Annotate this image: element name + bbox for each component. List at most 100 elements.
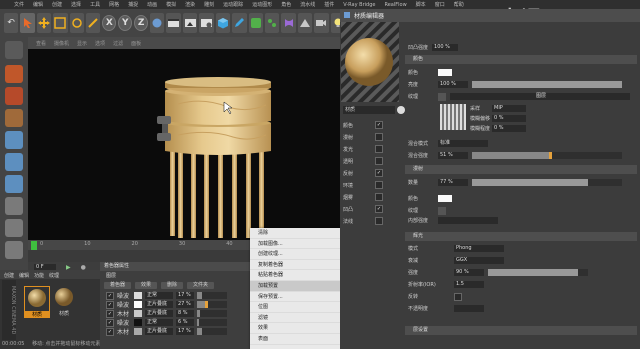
menu-item[interactable]: 角色	[281, 1, 291, 8]
layer-opacity[interactable]: 6 %	[176, 319, 194, 326]
texture-mode-icon[interactable]	[5, 87, 23, 105]
layer-blend-mode[interactable]: 正常	[145, 292, 173, 299]
viewport-menu-panel[interactable]: 面板	[131, 40, 141, 47]
menu-item[interactable]: 捕捉	[128, 1, 138, 8]
layer-visible-checkbox[interactable]: ✓	[106, 300, 114, 309]
section-color[interactable]: 颜色	[405, 55, 637, 64]
menu-item[interactable]: 脚本	[416, 1, 426, 8]
select-icon[interactable]	[20, 13, 35, 33]
menu-item[interactable]: 选择	[71, 1, 81, 8]
section-diffuse[interactable]: 漫射	[405, 165, 637, 174]
mix-mode-field[interactable]: 标准	[438, 140, 488, 147]
menu-item[interactable]: 动画	[147, 1, 157, 8]
channel-item[interactable]: 发光	[343, 144, 403, 154]
menu-item[interactable]: 雕刻	[204, 1, 214, 8]
delete-button[interactable]: 删除	[161, 282, 184, 289]
diffuse-color-swatch[interactable]	[438, 195, 452, 202]
blur-scale-field[interactable]: 0 %	[492, 125, 526, 132]
layer-blend-mode[interactable]: 正片叠底	[145, 301, 173, 308]
channel-item[interactable]: 颜色 ✓	[343, 120, 403, 130]
layer-visible-checkbox[interactable]: ✓	[106, 291, 114, 300]
ior-field[interactable]: 1.5	[454, 281, 484, 288]
falloff-field[interactable]: GGX	[454, 257, 504, 264]
layer-row[interactable]: ✓ 噪波 正常 17 %	[100, 291, 250, 300]
channel-checkbox[interactable]	[375, 145, 383, 153]
coord-system-icon[interactable]	[150, 13, 165, 33]
layer-opacity[interactable]: 17 %	[176, 292, 194, 299]
edges-mode-icon[interactable]	[5, 153, 23, 171]
channel-checkbox[interactable]: ✓	[375, 169, 383, 177]
channel-checkbox[interactable]	[375, 181, 383, 189]
layer-opacity[interactable]: 27 %	[176, 301, 194, 308]
sampling-field[interactable]: MIP	[492, 105, 526, 112]
viewport-menu-display[interactable]: 显示	[77, 40, 87, 47]
menu-item[interactable]: 插件	[324, 1, 334, 8]
layer-row[interactable]: ✓ 噪波 正常 6 %	[100, 318, 250, 327]
move-icon[interactable]	[36, 13, 52, 33]
array-icon[interactable]	[264, 13, 280, 33]
opacity-field[interactable]	[454, 305, 484, 312]
layer-blend-mode[interactable]: 正常	[145, 319, 173, 326]
viewport-menu-camera[interactable]: 摄像机	[54, 40, 69, 47]
texture-dropdown-icon[interactable]	[438, 92, 446, 101]
scene-icon[interactable]	[297, 13, 313, 33]
section-layer-settings[interactable]: 层设置	[405, 326, 637, 335]
matmgr-menu-edit[interactable]: 编辑	[19, 272, 29, 279]
inner-field[interactable]	[438, 217, 498, 224]
viewport-menu-options[interactable]: 选项	[95, 40, 105, 47]
channel-item[interactable]: 凹凸 ✓	[343, 204, 403, 214]
menu-item[interactable]: 工具	[90, 1, 100, 8]
axis-mode-icon[interactable]	[5, 197, 23, 215]
layer-visible-checkbox[interactable]: ✓	[106, 327, 114, 336]
channel-checkbox[interactable]: ✓	[375, 205, 383, 213]
amount-field[interactable]: 77 %	[438, 179, 468, 186]
material-slot-selected[interactable]: 材质	[24, 286, 50, 318]
subdivision-icon[interactable]	[248, 13, 263, 33]
layer-visible-checkbox[interactable]: ✓	[106, 318, 114, 327]
section-emit[interactable]: 辉光	[405, 232, 637, 241]
menu-item[interactable]: 窗口	[435, 1, 445, 8]
menu-item[interactable]: 创建	[52, 1, 62, 8]
menu-item[interactable]: V-Ray Bridge	[343, 2, 375, 8]
cube-icon[interactable]	[215, 13, 231, 33]
z-axis-icon[interactable]: Z	[134, 15, 149, 31]
material-name-field[interactable]: 材质	[343, 106, 395, 114]
y-axis-icon[interactable]: Y	[118, 15, 133, 31]
make-editable-icon[interactable]	[5, 41, 23, 59]
viewport[interactable]	[28, 49, 340, 240]
material-options-icon[interactable]	[397, 106, 405, 114]
scale-icon[interactable]	[53, 13, 68, 33]
menu-item[interactable]: 文件	[14, 1, 24, 8]
channel-checkbox[interactable]	[375, 217, 383, 225]
intensity-slider[interactable]	[488, 269, 588, 276]
menu-item[interactable]: 流水线	[300, 1, 315, 8]
menu-item[interactable]: 网格	[109, 1, 119, 8]
invert-checkbox[interactable]	[454, 292, 462, 301]
menu-item[interactable]: 渲染	[185, 1, 195, 8]
intensity-field[interactable]: 90 %	[454, 269, 484, 276]
deformer-icon[interactable]	[281, 13, 296, 33]
layer-row[interactable]: ✓ 木材 正片叠底 8 %	[100, 309, 250, 318]
menu-item[interactable]: 运动跟踪	[223, 1, 243, 8]
render-view-icon[interactable]	[166, 13, 181, 33]
layer-blend-mode[interactable]: 正片叠底	[145, 310, 173, 317]
render-settings-icon[interactable]	[199, 13, 214, 33]
channel-item[interactable]: 烟雾	[343, 192, 403, 202]
channel-checkbox[interactable]	[375, 193, 383, 201]
menu-item[interactable]: 帮助	[454, 1, 464, 8]
viewport-menu-filter[interactable]: 过滤	[113, 40, 123, 47]
x-axis-icon[interactable]: X	[102, 15, 117, 31]
undo-icon[interactable]: ↶	[4, 13, 19, 33]
color-swatch[interactable]	[438, 69, 452, 76]
channel-item[interactable]: 环境	[343, 180, 403, 190]
menu-item[interactable]: 模拟	[166, 1, 176, 8]
diffuse-texture-dropdown-icon[interactable]	[438, 206, 446, 215]
layer-row[interactable]: ✓ 噪波 正片叠底 27 %	[100, 300, 250, 309]
shader-button[interactable]: 着色器	[104, 282, 132, 289]
mix-strength-slider[interactable]	[472, 152, 622, 159]
matmgr-menu-function[interactable]: 功能	[34, 272, 44, 279]
amount-slider[interactable]	[472, 179, 622, 186]
polygons-mode-icon[interactable]	[5, 175, 23, 193]
menu-item[interactable]: RealFlow	[384, 2, 406, 8]
model-mode-icon[interactable]	[5, 65, 23, 83]
